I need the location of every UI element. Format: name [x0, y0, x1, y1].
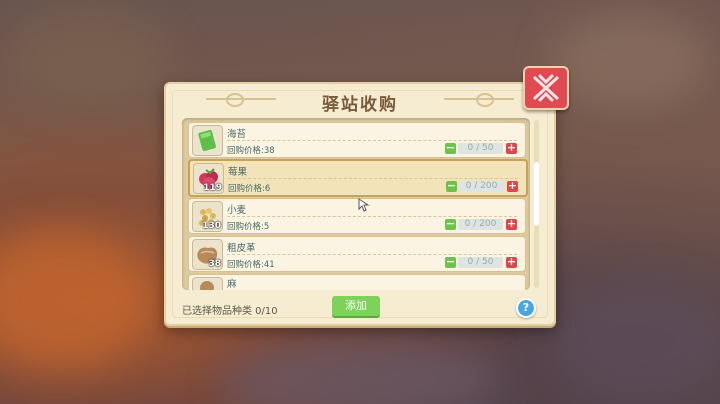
item-price: 回购价格:5	[227, 222, 270, 232]
list-item[interactable]: 麻	[188, 274, 526, 290]
item-price: 回购价格:6	[228, 184, 271, 194]
help-button[interactable]: ?	[516, 298, 536, 318]
item-list[interactable]: 海苔 回购价格:38 − 0 / 50 + 119 莓果 回购价格:6 − 0 …	[182, 118, 530, 290]
selected-types-counter: 已选择物品种类 0/10	[182, 306, 278, 317]
berry-icon: 119	[193, 163, 224, 194]
wheat-icon: 130	[192, 201, 223, 232]
minus-button[interactable]: −	[445, 142, 456, 154]
item-price: 回购价格:38	[227, 146, 275, 156]
quantity-value: 0 / 50	[458, 257, 503, 268]
plus-button[interactable]: +	[506, 142, 517, 154]
item-price: 回购价格:41	[227, 260, 275, 270]
item-name: 小麦	[227, 205, 247, 216]
item-count: 130	[202, 221, 221, 231]
list-item[interactable]: 海苔 回购价格:38 − 0 / 50 +	[188, 122, 526, 158]
list-item[interactable]: 130 小麦 回购价格:5 − 0 / 200 +	[188, 198, 526, 234]
quantity-value: 0 / 50	[458, 143, 503, 154]
quantity-stepper[interactable]: − 0 / 200 +	[446, 180, 518, 193]
dialog-title: 驿站收购	[322, 95, 398, 115]
quantity-stepper[interactable]: − 0 / 50 +	[445, 142, 517, 155]
item-name: 海苔	[227, 129, 247, 140]
divider	[227, 216, 517, 217]
plus-button[interactable]: +	[506, 256, 517, 268]
divider	[227, 254, 517, 255]
add-button[interactable]: 添加	[332, 296, 380, 318]
seaweed-icon	[192, 125, 223, 156]
minus-button[interactable]: −	[445, 256, 456, 268]
mouse-cursor-icon	[358, 198, 370, 212]
hemp-icon	[192, 277, 223, 290]
list-item-selected[interactable]: 119 莓果 回购价格:6 − 0 / 200 +	[188, 159, 528, 197]
leather-icon: 38	[192, 239, 223, 270]
list-item[interactable]: 38 粗皮革 回购价格:41 − 0 / 50 +	[188, 236, 526, 272]
quantity-stepper[interactable]: − 0 / 50 +	[445, 256, 517, 269]
quantity-value: 0 / 200	[458, 219, 503, 230]
divider	[228, 178, 518, 179]
close-button[interactable]	[523, 66, 569, 110]
item-name: 麻	[227, 279, 237, 290]
minus-button[interactable]: −	[445, 218, 456, 230]
plus-button[interactable]: +	[507, 180, 518, 192]
item-count: 38	[208, 259, 221, 269]
item-count: 119	[203, 183, 222, 193]
item-name: 粗皮革	[227, 243, 256, 254]
quantity-stepper[interactable]: − 0 / 200 +	[445, 218, 517, 231]
item-name: 莓果	[228, 167, 248, 178]
quantity-value: 0 / 200	[459, 181, 504, 192]
plus-button[interactable]: +	[506, 218, 517, 230]
divider	[227, 140, 517, 141]
scrollbar-thumb[interactable]	[534, 162, 539, 226]
close-icon	[533, 74, 559, 102]
minus-button[interactable]: −	[446, 180, 457, 192]
